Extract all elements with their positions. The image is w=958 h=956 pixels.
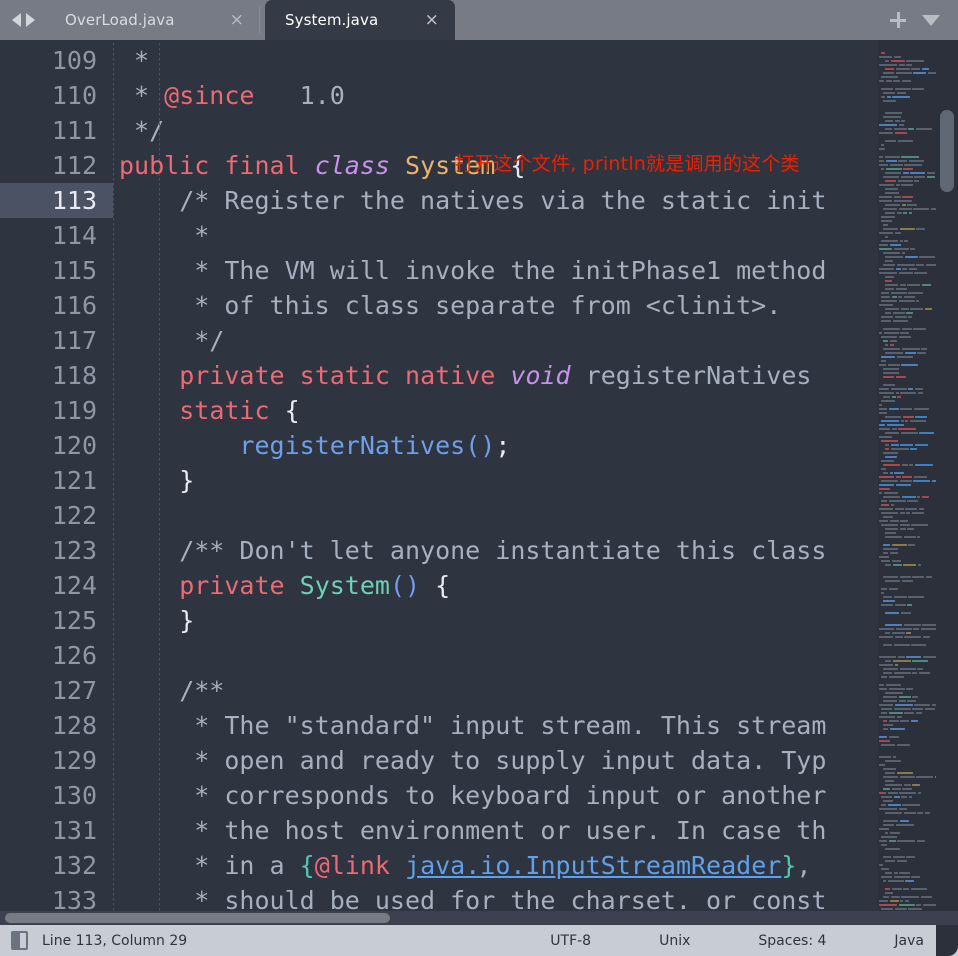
code-line[interactable]: /** (113, 673, 958, 708)
cursor-position[interactable]: Line 113, Column 29 (42, 933, 187, 949)
tab-bar-actions (890, 12, 958, 28)
code-line[interactable]: private static native void registerNativ… (113, 358, 958, 393)
code-line[interactable]: * The VM will invoke the initPhase1 meth… (113, 253, 958, 288)
line-number: 110 (51, 81, 97, 110)
line-number: 115 (51, 256, 97, 285)
line-number: 131 (51, 816, 97, 845)
line-number: 132 (51, 851, 97, 880)
line-number: 123 (51, 536, 97, 565)
line-number: 116 (51, 291, 97, 320)
line-number: 109 (51, 46, 97, 75)
line-number-gutter: 109 110 111 112 113 114 115 116 117 118 119 120 121 1… (0, 40, 113, 911)
line-number: 126 (51, 641, 97, 670)
line-number: 129 (51, 746, 97, 775)
horizontal-scrollbar-thumb[interactable] (5, 913, 390, 923)
line-number: 112 (51, 151, 97, 180)
tab-system-java[interactable]: System.java × (265, 0, 455, 40)
minimap-line (878, 800, 936, 814)
line-number: 117 (51, 326, 97, 355)
code-line[interactable]: * in a {@link java.io.InputStreamReader}… (113, 848, 958, 883)
tab-label: System.java (285, 11, 379, 29)
panel-layout-icon[interactable] (11, 931, 28, 950)
line-number: 128 (51, 711, 97, 740)
vertical-scrollbar[interactable] (936, 40, 958, 911)
add-tab-icon[interactable] (890, 12, 906, 28)
tab-navigation-arrows (0, 0, 45, 40)
triangle-right-icon[interactable] (26, 13, 35, 27)
code-line[interactable]: * The "standard" input stream. This stre… (113, 708, 958, 743)
line-number: 127 (51, 676, 97, 705)
close-icon[interactable]: × (425, 11, 439, 29)
status-bar: Line 113, Column 29 UTF-8 Unix Spaces: 4… (0, 925, 958, 956)
resize-corner (936, 925, 958, 956)
line-number: 130 (51, 781, 97, 810)
line-number: 122 (51, 501, 97, 530)
code-line[interactable]: static { (113, 393, 958, 428)
code-line[interactable]: * the host environment or user. In case … (113, 813, 958, 848)
horizontal-scrollbar[interactable] (0, 911, 958, 925)
tab-overload-java[interactable]: OverLoad.java × (45, 0, 260, 40)
line-number: 118 (51, 361, 97, 390)
code-line[interactable]: * corresponds to keyboard input or anoth… (113, 778, 958, 813)
tab-label: OverLoad.java (65, 11, 175, 29)
code-line[interactable]: } (113, 463, 958, 498)
code-line[interactable] (113, 498, 958, 533)
line-number: 124 (51, 571, 97, 600)
indentation-status[interactable]: Spaces: 4 (724, 933, 860, 949)
line-number: 113 (0, 183, 113, 218)
code-line[interactable]: registerNatives(); (113, 428, 958, 463)
line-number: 133 (51, 886, 97, 911)
minimap-line (878, 624, 936, 638)
line-number: 114 (51, 221, 97, 250)
code-line[interactable]: private System() { (113, 568, 958, 603)
encoding-status[interactable]: UTF-8 (516, 933, 625, 949)
status-bar-right: UTF-8 Unix Spaces: 4 Java (516, 933, 958, 949)
code-line[interactable]: * @since 1.0 (113, 78, 958, 113)
triangle-left-icon[interactable] (12, 13, 21, 27)
line-number: 121 (51, 466, 97, 495)
code-line[interactable]: /* Register the natives via the static i… (113, 183, 958, 218)
vertical-scrollbar-thumb[interactable] (940, 110, 954, 192)
code-line[interactable]: /** Don't let anyone instantiate this cl… (113, 533, 958, 568)
code-line[interactable]: * (113, 218, 958, 253)
minimap[interactable] (878, 40, 936, 911)
editor-area: 109 110 111 112 113 114 115 116 117 118 119 120 121 1… (0, 40, 958, 911)
tab-bar: OverLoad.java × System.java × (0, 0, 958, 40)
code-line[interactable]: } (113, 603, 958, 638)
code-line[interactable] (113, 638, 958, 673)
code-line[interactable]: * should be used for the charset. or con… (113, 883, 958, 911)
editor-window: OverLoad.java × System.java × 109 110 111 1… (0, 0, 958, 956)
line-number: 111 (51, 116, 97, 145)
code-line[interactable]: */ (113, 113, 958, 148)
code-line[interactable]: * of this class separate from <clinit>. (113, 288, 958, 323)
annotation-note: 打开这个文件, println就是调用的这个类 (455, 153, 800, 175)
line-ending-status[interactable]: Unix (625, 933, 724, 949)
chevron-down-icon[interactable] (922, 14, 940, 26)
close-icon[interactable]: × (230, 11, 244, 29)
line-number: 120 (51, 431, 97, 460)
code-line[interactable]: */ (113, 323, 958, 358)
line-number: 125 (51, 606, 97, 635)
code-line[interactable]: * open and ready to supply input data. T… (113, 743, 958, 778)
code-line[interactable]: * (113, 43, 958, 78)
line-number: 119 (51, 396, 97, 425)
minimap-line (878, 632, 936, 646)
